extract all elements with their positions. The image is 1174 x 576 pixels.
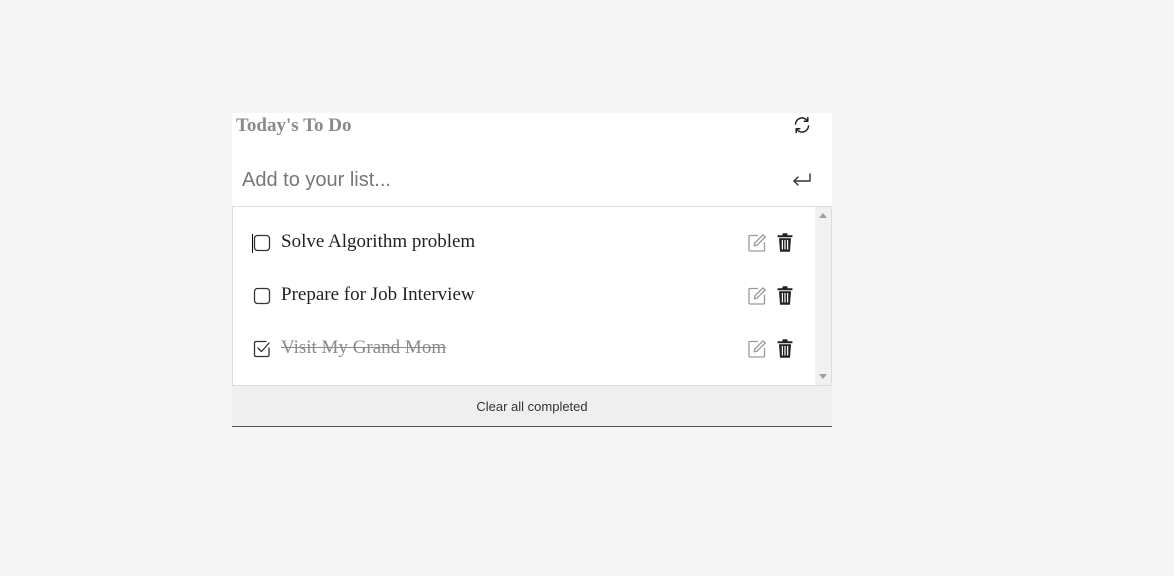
enter-icon[interactable] xyxy=(790,170,814,192)
clear-completed-label: Clear all completed xyxy=(476,398,588,414)
scrollbar[interactable] xyxy=(815,207,831,385)
page-title: Today's To Do xyxy=(236,115,352,136)
scroll-down-arrow[interactable] xyxy=(819,374,827,379)
trash-icon[interactable] xyxy=(776,338,794,358)
checkbox-icon[interactable] xyxy=(253,234,271,252)
trash-icon[interactable] xyxy=(776,232,794,252)
todo-list: Solve Algorithm problem Prepare for Job I… xyxy=(232,206,832,386)
todo-item: Visit My Grand Mom xyxy=(233,323,815,376)
add-todo-input[interactable] xyxy=(232,155,772,206)
todo-item: Solve Algorithm problem xyxy=(233,217,815,270)
scroll-up-arrow[interactable] xyxy=(819,213,827,218)
edit-icon[interactable] xyxy=(747,233,767,253)
todo-item-text[interactable]: Prepare for Job Interview xyxy=(281,284,475,306)
trash-icon[interactable] xyxy=(776,285,794,305)
text-cursor xyxy=(252,234,253,253)
add-todo-row xyxy=(232,155,832,206)
edit-icon[interactable] xyxy=(747,339,767,359)
todo-card: Today's To Do Solve Algorithm problem Pre… xyxy=(232,113,832,427)
todo-item-text[interactable]: Solve Algorithm problem xyxy=(281,231,475,253)
clear-completed-button[interactable]: Clear all completed xyxy=(232,386,832,427)
todo-header: Today's To Do xyxy=(232,113,832,155)
todo-item: Prepare for Job Interview xyxy=(233,270,815,323)
todo-item-text[interactable]: Visit My Grand Mom xyxy=(281,337,446,359)
refresh-icon[interactable] xyxy=(792,115,812,135)
edit-icon[interactable] xyxy=(747,286,767,306)
checked-checkbox-icon[interactable] xyxy=(253,340,271,358)
checkbox-icon[interactable] xyxy=(253,287,271,305)
